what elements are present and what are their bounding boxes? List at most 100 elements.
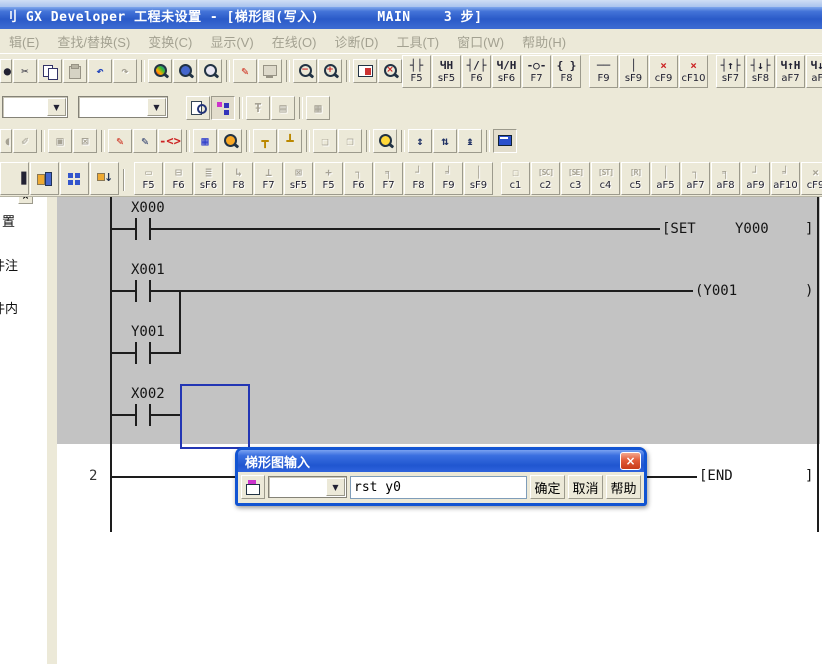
- close-icon[interactable]: ×: [18, 197, 33, 204]
- chevron-down-icon[interactable]: ▼: [326, 478, 345, 496]
- open-contact-button[interactable]: ┤├F5: [402, 55, 431, 88]
- write-mode-button[interactable]: ✎: [108, 129, 132, 153]
- sfc-dummy-step-button: ⊠sF5: [284, 162, 313, 195]
- cancel-button[interactable]: 取消: [568, 475, 603, 499]
- fkey-label: F7: [382, 180, 394, 191]
- project-tree-toggle-button[interactable]: [211, 96, 235, 120]
- symbol-select-button[interactable]: [241, 475, 265, 499]
- fkey-label: aF5: [656, 180, 674, 191]
- step-select-combo[interactable]: ▼: [2, 96, 68, 118]
- merge-line-icon: ⇅: [441, 134, 448, 148]
- zoom-in-button[interactable]: +: [318, 59, 342, 83]
- fkey-label: aF8: [811, 73, 822, 84]
- declaration-button[interactable]: ┳: [253, 129, 277, 153]
- sfc-sim-conv-icon: ╛: [445, 166, 452, 180]
- tree-item-project[interactable]: 置: [2, 211, 15, 230]
- instruction-close-bracket: ]: [805, 221, 813, 237]
- sfc-grid-icon: [66, 171, 83, 187]
- line-statement-button[interactable]: ↕: [408, 129, 432, 153]
- delete-vertical-line-button[interactable]: ×cF10: [679, 55, 708, 88]
- ladder-write-button[interactable]: ✎: [233, 59, 257, 83]
- window-split-button[interactable]: [353, 59, 377, 83]
- note-button[interactable]: ┻: [278, 129, 302, 153]
- ladder-editor-canvas[interactable]: X000 [SET Y000 ] X001 (Y001 ) Y001 X0: [57, 197, 822, 664]
- find-button[interactable]: [148, 59, 172, 83]
- clipped-toolbar-button[interactable]: ▊: [0, 162, 29, 195]
- copy-pages-icon: [42, 63, 59, 79]
- menu-item-7[interactable]: 窗口(W): [448, 32, 513, 51]
- sfc-block-down-button[interactable]: ↓: [90, 162, 119, 195]
- chevron-down-icon[interactable]: ▼: [47, 98, 66, 116]
- fkey-label: sF5: [438, 73, 455, 84]
- program-check-button[interactable]: [186, 96, 210, 120]
- falling-pulse-button[interactable]: ┤↓├sF8: [746, 55, 775, 88]
- cut-button[interactable]: ✂: [13, 59, 37, 83]
- close-icon[interactable]: ×: [620, 452, 641, 470]
- menu-item-5[interactable]: 诊断(D): [325, 32, 387, 51]
- menu-item-6[interactable]: 工具(T): [388, 32, 449, 51]
- sfc-symbol-group: ▭F5⊟F6≣sF6↳F8⊥F7⊠sF5+F5┐F6╕F7┘F8╛F9│sF9☐…: [134, 162, 822, 195]
- magnifier-yellow-icon: [377, 133, 394, 149]
- tree-item-device-comment[interactable]: 件注: [0, 255, 18, 274]
- stamp-bottom-icon: ┻: [286, 134, 293, 148]
- tree-item-device-memory[interactable]: 件内: [0, 298, 18, 317]
- menu-item-1[interactable]: 查找/替换(S): [48, 32, 139, 51]
- find-instruction-button[interactable]: [198, 59, 222, 83]
- sfc-grid-button[interactable]: [60, 162, 89, 195]
- menu-item-2[interactable]: 变换(C): [139, 32, 201, 51]
- instruction-list-button[interactable]: ▦: [193, 129, 217, 153]
- parallel-rising-pulse-button[interactable]: Ч↑НaF7: [776, 55, 805, 88]
- coil-button[interactable]: -○-F7: [522, 55, 551, 88]
- chevron-down-icon[interactable]: ▼: [147, 98, 166, 116]
- parallel-closed-contact-button[interactable]: Ч/НsF6: [492, 55, 521, 88]
- application-instruction-button[interactable]: { }F8: [552, 55, 581, 88]
- outer-window-edge: [0, 0, 822, 7]
- instruction-input[interactable]: [350, 476, 527, 499]
- sfc-selection-convergence-button: ┘F8: [404, 162, 433, 195]
- dialog-body: ▼ 确定 取消 帮助: [238, 472, 644, 499]
- device-select-combo[interactable]: ▼: [78, 96, 168, 118]
- zoom-out-button[interactable]: −: [293, 59, 317, 83]
- instruction-text: [SET: [662, 221, 696, 237]
- insert-mode-button[interactable]: -<>: [158, 129, 182, 153]
- vertical-line-button[interactable]: │sF9: [619, 55, 648, 88]
- menu-item-3[interactable]: 显示(V): [201, 32, 262, 51]
- horizontal-line-button[interactable]: ──F9: [589, 55, 618, 88]
- rising-pulse-button[interactable]: ┤↑├sF7: [716, 55, 745, 88]
- parallel-falling-pulse-button[interactable]: Ч↓НaF8: [806, 55, 822, 88]
- sfc-double-corner-icon: ╕: [722, 166, 729, 180]
- parallel-rising-pulse-icon: Ч↑Н: [781, 59, 801, 73]
- closed-contact-button[interactable]: ┤/├F6: [462, 55, 491, 88]
- trace-button: ▦: [306, 96, 330, 120]
- delete-horizontal-line-button[interactable]: ×cF9: [649, 55, 678, 88]
- menu-item-0[interactable]: 辑(E): [0, 32, 48, 51]
- copy-button[interactable]: [38, 59, 62, 83]
- dialog-title-bar[interactable]: 梯形图输入 ×: [238, 450, 644, 472]
- monitor-button: [258, 59, 282, 83]
- help-button[interactable]: 帮助: [606, 475, 641, 499]
- parallel-open-contact-button[interactable]: ЧНsF5: [432, 55, 461, 88]
- monitor-write-mode-button[interactable]: ✎: [133, 129, 157, 153]
- falling-pulse-icon: ┤↓├: [751, 59, 771, 73]
- menu-item-4[interactable]: 在线(O): [263, 32, 326, 51]
- find-contact-button[interactable]: [373, 129, 397, 153]
- symbol-combo[interactable]: ▼: [268, 476, 347, 498]
- blue-screen-icon: [497, 133, 514, 149]
- insert-mode-icon: -<>: [159, 134, 181, 148]
- split-line-button[interactable]: ↨: [458, 129, 482, 153]
- stop-monitor-button[interactable]: ×: [378, 59, 402, 83]
- sfc-block-list-button[interactable]: [30, 162, 59, 195]
- ok-button[interactable]: 确定: [530, 475, 565, 499]
- comment-display-button[interactable]: [493, 129, 517, 153]
- monitor-condition-button[interactable]: [218, 129, 242, 153]
- find-device-button[interactable]: [173, 59, 197, 83]
- fkey-label: c5: [630, 180, 642, 191]
- menu-item-8[interactable]: 帮助(H): [513, 32, 575, 51]
- fkey-label: F6: [352, 180, 364, 191]
- fkey-label: aF7: [686, 180, 704, 191]
- edit-cursor[interactable]: [180, 384, 250, 449]
- merge-line-button[interactable]: ⇅: [433, 129, 457, 153]
- toolbar-separator: [41, 130, 45, 152]
- clipped-toolbar-button[interactable]: ●: [0, 59, 12, 83]
- undo-button[interactable]: ↶: [88, 59, 112, 83]
